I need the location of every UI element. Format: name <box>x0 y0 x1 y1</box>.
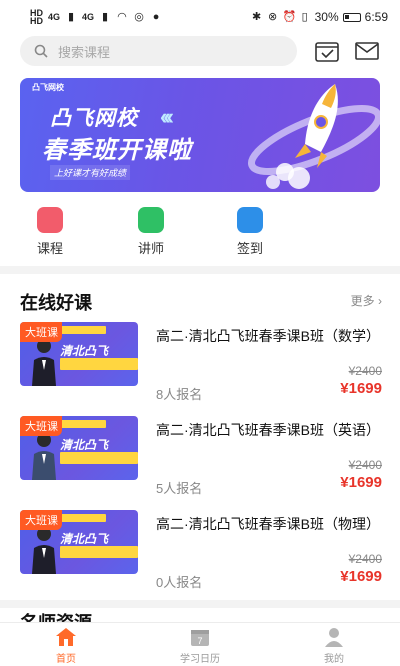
mail-icon[interactable] <box>354 40 380 62</box>
thumb-strip-top <box>60 326 106 334</box>
search-input[interactable]: 搜索课程 <box>20 36 297 66</box>
original-price: ¥2400 <box>348 364 382 378</box>
battery-percent: 30% <box>314 10 339 24</box>
more-link[interactable]: 更多 › <box>351 292 382 309</box>
quick-item-checkin[interactable]: 签到 <box>220 207 280 257</box>
teacher-photo <box>32 433 56 480</box>
original-price: ¥2400 <box>348 458 382 472</box>
enroll-count: 0人报名 <box>156 575 203 590</box>
course-thumbnail: 大班课 清北凸飞 <box>20 416 138 480</box>
thumb-strip-top <box>60 514 106 522</box>
search-placeholder: 搜索课程 <box>58 44 111 60</box>
thumb-strip-top <box>60 420 106 428</box>
teacher-photo <box>32 527 56 574</box>
course-card[interactable]: 大班课 清北凸飞 高二·清北凸飞班春季课B班（数学） 8人报名 ¥2400 ¥1… <box>0 322 400 410</box>
course-thumbnail: 大班课 清北凸飞 <box>20 510 138 574</box>
banner-logo: 凸飞网校 <box>32 83 64 92</box>
status-left: HD HD 4G ▮ 4G ▮ ◠ ◎ ● <box>30 9 162 26</box>
section-divider <box>0 266 400 274</box>
teacher-icon <box>138 207 164 233</box>
status-bar: HD HD 4G ▮ 4G ▮ ◠ ◎ ● ✱ ⊗ ⏰ ▯ 30% 6:59 <box>0 0 400 34</box>
thumb-text: 清北凸飞 <box>60 532 109 546</box>
sale-price: ¥1699 <box>340 568 382 585</box>
tab-label-home: 首页 <box>56 654 76 665</box>
bluetooth-icon: ✱ <box>252 11 262 23</box>
tab-home[interactable]: 首页 <box>26 627 106 665</box>
alarm-icon: ⏰ <box>282 11 297 23</box>
thumb-strip <box>60 546 138 558</box>
chat-icon: ◎ <box>134 11 144 23</box>
thumb-text: 清北凸飞 <box>60 344 109 358</box>
tab-calendar[interactable]: 7 学习日历 <box>160 627 240 665</box>
signal-icon-2: ▮ <box>102 11 109 23</box>
course-tag: 大班课 <box>20 510 62 530</box>
checkin-icon <box>237 207 263 233</box>
course-thumbnail: 大班课 清北凸飞 <box>20 322 138 386</box>
course-title: 高二·清北凸飞班春季课B班（英语） <box>156 422 380 438</box>
sale-price: ¥1699 <box>340 380 382 397</box>
course-title: 高二·清北凸飞班春季课B班（物理） <box>156 516 380 532</box>
network-2-label: 4G <box>82 12 95 22</box>
calendar-icon: 7 <box>191 630 209 646</box>
quick-label-teacher: 讲师 <box>137 241 164 256</box>
rocket-illustration <box>248 84 380 189</box>
course-tag: 大班课 <box>20 322 62 342</box>
app-icon: ● <box>152 11 160 23</box>
course-card[interactable]: 大班课 清北凸飞 高二·清北凸飞班春季课B班（英语） 5人报名 ¥2400 ¥1… <box>0 416 400 504</box>
hd-label-2: HD <box>30 16 43 26</box>
bottom-tab-bar: 首页 7 学习日历 我的 <box>0 622 400 666</box>
wifi-icon: ◠ <box>117 11 127 23</box>
tab-label-profile: 我的 <box>324 654 344 665</box>
sale-price: ¥1699 <box>340 474 382 491</box>
user-icon <box>325 628 343 647</box>
mute-icon: ⊗ <box>268 11 278 23</box>
course-tag: 大班课 <box>20 416 62 436</box>
home-icon <box>56 628 76 646</box>
quick-item-course[interactable]: 课程 <box>20 207 80 257</box>
network-1-label: 4G <box>48 12 61 22</box>
enroll-count: 5人报名 <box>156 481 203 496</box>
section-title: 在线好课 <box>20 293 92 313</box>
banner-title-2: 春季班开课啦 <box>42 137 192 164</box>
svg-text:7: 7 <box>197 636 202 646</box>
original-price: ¥2400 <box>348 552 382 566</box>
calendar-check-icon[interactable] <box>314 40 340 62</box>
thumb-strip <box>60 452 138 464</box>
search-row: 搜索课程 <box>0 36 400 70</box>
teacher-photo <box>32 339 56 386</box>
course-title: 高二·清北凸飞班春季课B班（数学） <box>156 328 380 344</box>
course-card[interactable]: 大班课 清北凸飞 高二·清北凸飞班春季课B班（物理） 0人报名 ¥2400 ¥1… <box>0 510 400 598</box>
section-divider-2 <box>0 600 400 608</box>
banner-title-1: 凸飞网校 <box>50 107 138 130</box>
status-right: ✱ ⊗ ⏰ ▯ 30% 6:59 <box>251 10 388 24</box>
enroll-count: 8人报名 <box>156 387 203 402</box>
thumb-text: 清北凸飞 <box>60 438 109 452</box>
vibrate-icon: ▯ <box>301 11 308 23</box>
quick-menu: 课程 讲师 签到 <box>0 207 400 257</box>
battery-icon <box>342 12 361 22</box>
quick-label-course: 课程 <box>36 241 63 256</box>
quick-item-teacher[interactable]: 讲师 <box>121 207 181 257</box>
course-icon <box>37 207 63 233</box>
signal-icon: ▮ <box>67 11 75 23</box>
clock: 6:59 <box>364 10 388 24</box>
tab-profile[interactable]: 我的 <box>294 627 374 665</box>
search-icon <box>34 44 48 58</box>
thumb-strip <box>60 358 138 370</box>
tab-label-calendar: 学习日历 <box>180 654 220 665</box>
signal-labels: HD HD <box>30 9 43 26</box>
banner-subtitle: 上好课才有好成绩 <box>50 165 131 180</box>
quick-label-checkin: 签到 <box>236 241 263 256</box>
chevrons-icon: ‹‹‹ <box>160 104 174 129</box>
promo-banner[interactable]: 凸飞网校 凸飞网校 ‹‹‹ 春季班开课啦 上好课才有好成绩 <box>20 78 380 192</box>
